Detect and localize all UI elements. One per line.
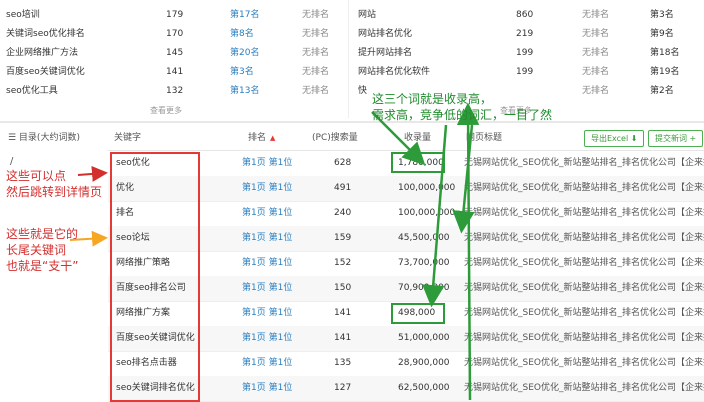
annotation-clickable-line2: 然后跳转到详情页 (6, 185, 103, 199)
annotation-clickable-line1: 这些可以点 (6, 169, 67, 183)
annotation-longtail-line1: 这些就是它的 (6, 227, 79, 241)
annotation-high-index-line2: 需求高，竞争低的词汇，一目了然 (372, 108, 553, 122)
annotation-arrows (69, 102, 480, 400)
annotation-longtail-line2: 长尾关键词 (6, 243, 67, 257)
annotation-longtail-line3: 也就是“支干” (6, 259, 79, 273)
annotation-high-index-line1: 这三个词就是收录高， (372, 92, 493, 106)
